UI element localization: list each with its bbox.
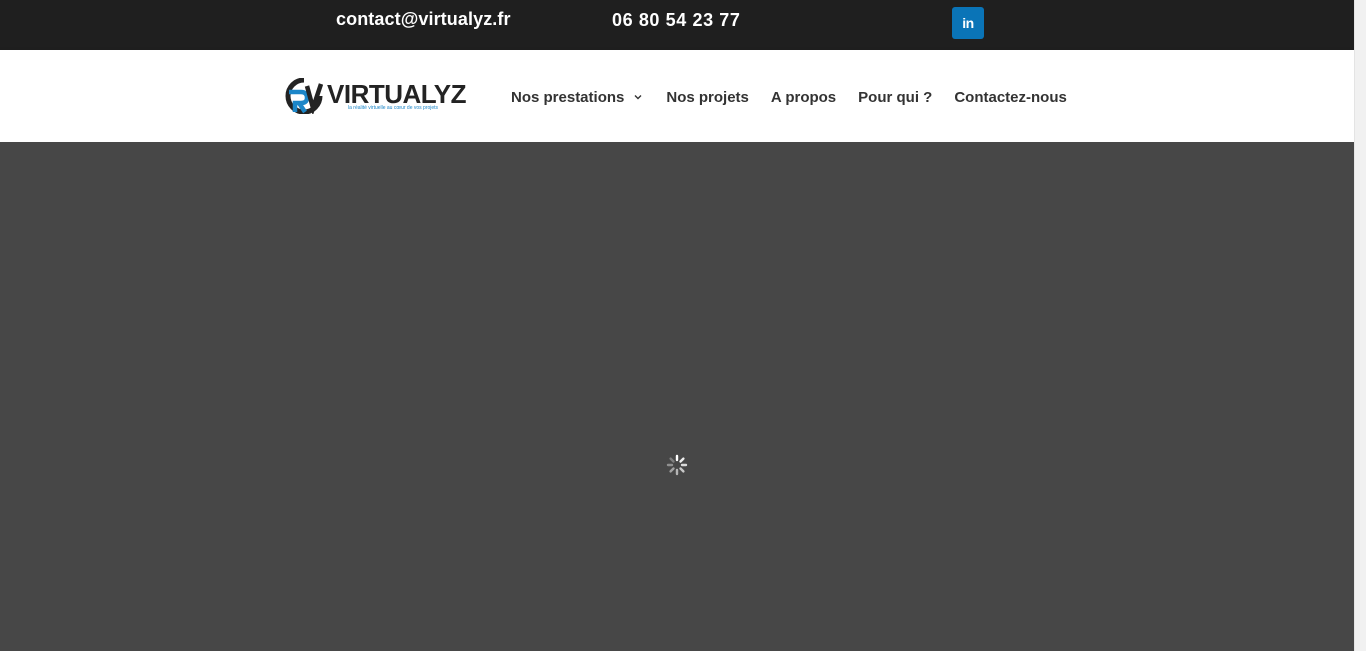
phone-link[interactable]: 06 80 54 23 77 xyxy=(612,10,741,31)
top-contact-bar: contact@virtualyz.fr 06 80 54 23 77 in xyxy=(0,0,1354,50)
page: contact@virtualyz.fr 06 80 54 23 77 in V… xyxy=(0,0,1366,651)
logo-tagline: la réalité virtuelle au cœur de vos proj… xyxy=(348,105,439,111)
site-logo[interactable]: VIRTUALYZ la réalité virtuelle au cœur d… xyxy=(285,78,467,116)
logo-wordmark: VIRTUALYZ xyxy=(327,79,467,109)
linkedin-button[interactable]: in xyxy=(952,7,984,39)
linkedin-icon: in xyxy=(962,15,974,31)
nav-item-contactez-nous[interactable]: Contactez-nous xyxy=(954,89,1067,106)
main-nav: Nos prestations Nos projets A propos Pou… xyxy=(511,87,1089,107)
nav-item-label: Nos projets xyxy=(666,88,749,106)
nav-item-nos-projets[interactable]: Nos projets xyxy=(666,89,749,106)
loading-overlay xyxy=(0,142,1354,651)
nav-item-label: Pour qui ? xyxy=(858,88,933,106)
nav-item-nos-prestations[interactable]: Nos prestations xyxy=(511,89,644,106)
nav-item-a-propos[interactable]: A propos xyxy=(771,89,836,106)
nav-item-label: A propos xyxy=(770,88,837,106)
loading-spinner-icon xyxy=(666,454,688,476)
email-link[interactable]: contact@virtualyz.fr xyxy=(336,9,511,30)
chevron-down-icon xyxy=(634,95,642,100)
nav-item-pour-qui[interactable]: Pour qui ? xyxy=(858,89,932,106)
logo-mark-icon xyxy=(285,78,323,114)
nav-item-label: Contactez-nous xyxy=(954,88,1067,106)
page-scrollbar[interactable] xyxy=(1354,0,1366,651)
site-header: VIRTUALYZ la réalité virtuelle au cœur d… xyxy=(0,50,1354,142)
nav-item-label: Nos prestations xyxy=(511,88,625,106)
